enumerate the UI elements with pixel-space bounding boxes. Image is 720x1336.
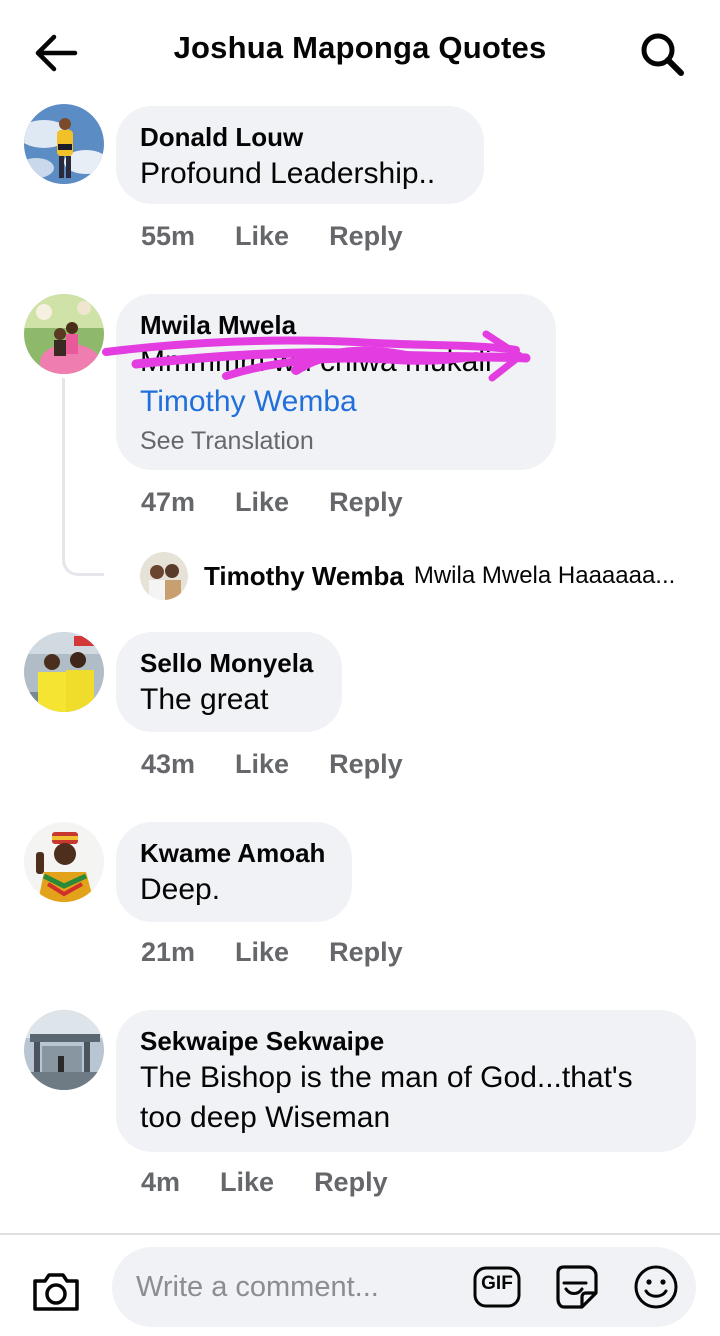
reply-button[interactable]: Reply <box>314 1167 388 1198</box>
reply-button[interactable]: Reply <box>329 487 403 518</box>
comment-author[interactable]: Kwame Amoah <box>140 836 328 870</box>
comment-time[interactable]: 47m <box>141 487 195 518</box>
camera-button[interactable] <box>30 1267 82 1315</box>
like-button[interactable]: Like <box>235 221 289 252</box>
comment-author[interactable]: Donald Louw <box>140 120 460 154</box>
camera-icon <box>33 1273 79 1311</box>
sticker-button[interactable] <box>548 1259 604 1315</box>
comment-text: Mmmmm wu chiwa mukali <box>140 345 492 378</box>
avatar[interactable] <box>24 632 104 712</box>
comment-time[interactable]: 55m <box>141 221 195 252</box>
comment-bubble[interactable]: Mwila Mwela Mmmmm wu chiwa mukali Timoth… <box>116 294 556 470</box>
avatar[interactable] <box>24 1010 104 1090</box>
like-button[interactable]: Like <box>235 937 289 968</box>
comment-text-line: too deep Wiseman <box>140 1101 391 1134</box>
comment-composer: GIF <box>0 1233 720 1336</box>
comment-actions: 21m Like Reply <box>141 932 403 972</box>
gif-label: GIF <box>481 1273 513 1294</box>
avatar[interactable] <box>24 822 104 902</box>
comment-text: Profound Leadership.. <box>140 157 436 190</box>
search-icon <box>641 33 684 76</box>
comment-text: Deep. <box>140 873 221 906</box>
comment-author[interactable]: Sekwaipe Sekwaipe <box>140 1024 672 1058</box>
search-button[interactable] <box>636 30 688 78</box>
page-title: Joshua Maponga Quotes <box>173 30 547 65</box>
comment-author[interactable]: Sello Monyela <box>140 646 318 680</box>
comment-bubble[interactable]: Sello Monyela The great <box>116 632 342 732</box>
comment-actions: 47m Like Reply <box>141 482 403 522</box>
reply-button[interactable]: Reply <box>329 749 403 780</box>
comment-time[interactable]: 21m <box>141 937 195 968</box>
reply-author[interactable]: Timothy Wemba <box>204 561 404 592</box>
comment-text-line: The Bishop is the man of God...that's <box>140 1061 633 1094</box>
reply-text: Mwila Mwela Haaaaaa... <box>413 562 676 589</box>
comment-input[interactable] <box>136 1247 466 1327</box>
reply-button[interactable]: Reply <box>329 221 403 252</box>
comment-bubble[interactable]: Sekwaipe Sekwaipe The Bishop is the man … <box>116 1010 696 1152</box>
comment-actions: 55m Like Reply <box>141 216 403 256</box>
comment-time[interactable]: 4m <box>141 1167 180 1198</box>
comment-actions: 43m Like Reply <box>141 744 403 784</box>
comment-actions: 4m Like Reply <box>141 1162 388 1202</box>
comment-time[interactable]: 43m <box>141 749 195 780</box>
like-button[interactable]: Like <box>235 487 289 518</box>
emoji-button[interactable] <box>630 1261 682 1313</box>
like-button[interactable]: Like <box>235 749 289 780</box>
comment-text: The great <box>140 683 269 716</box>
header-bar: Joshua Maponga Quotes <box>0 0 720 100</box>
thread-connector <box>62 378 104 576</box>
mention-link[interactable]: Timothy Wemba <box>140 382 532 422</box>
comment-bubble[interactable]: Donald Louw Profound Leadership.. <box>116 106 484 204</box>
avatar[interactable] <box>24 294 104 374</box>
comment-author[interactable]: Mwila Mwela <box>140 308 532 342</box>
avatar[interactable] <box>24 104 104 184</box>
reply-preview[interactable]: Timothy Wemba Mwila Mwela Haaaaaa... <box>140 552 675 600</box>
emoji-icon <box>634 1265 678 1309</box>
comment-box: GIF <box>112 1247 696 1327</box>
like-button[interactable]: Like <box>220 1167 274 1198</box>
gif-button[interactable]: GIF <box>470 1261 524 1313</box>
sticker-icon <box>556 1265 598 1309</box>
see-translation-link[interactable]: See Translation <box>140 422 532 460</box>
comment-bubble[interactable]: Kwame Amoah Deep. <box>116 822 352 922</box>
reply-button[interactable]: Reply <box>329 937 403 968</box>
avatar[interactable] <box>140 552 188 600</box>
